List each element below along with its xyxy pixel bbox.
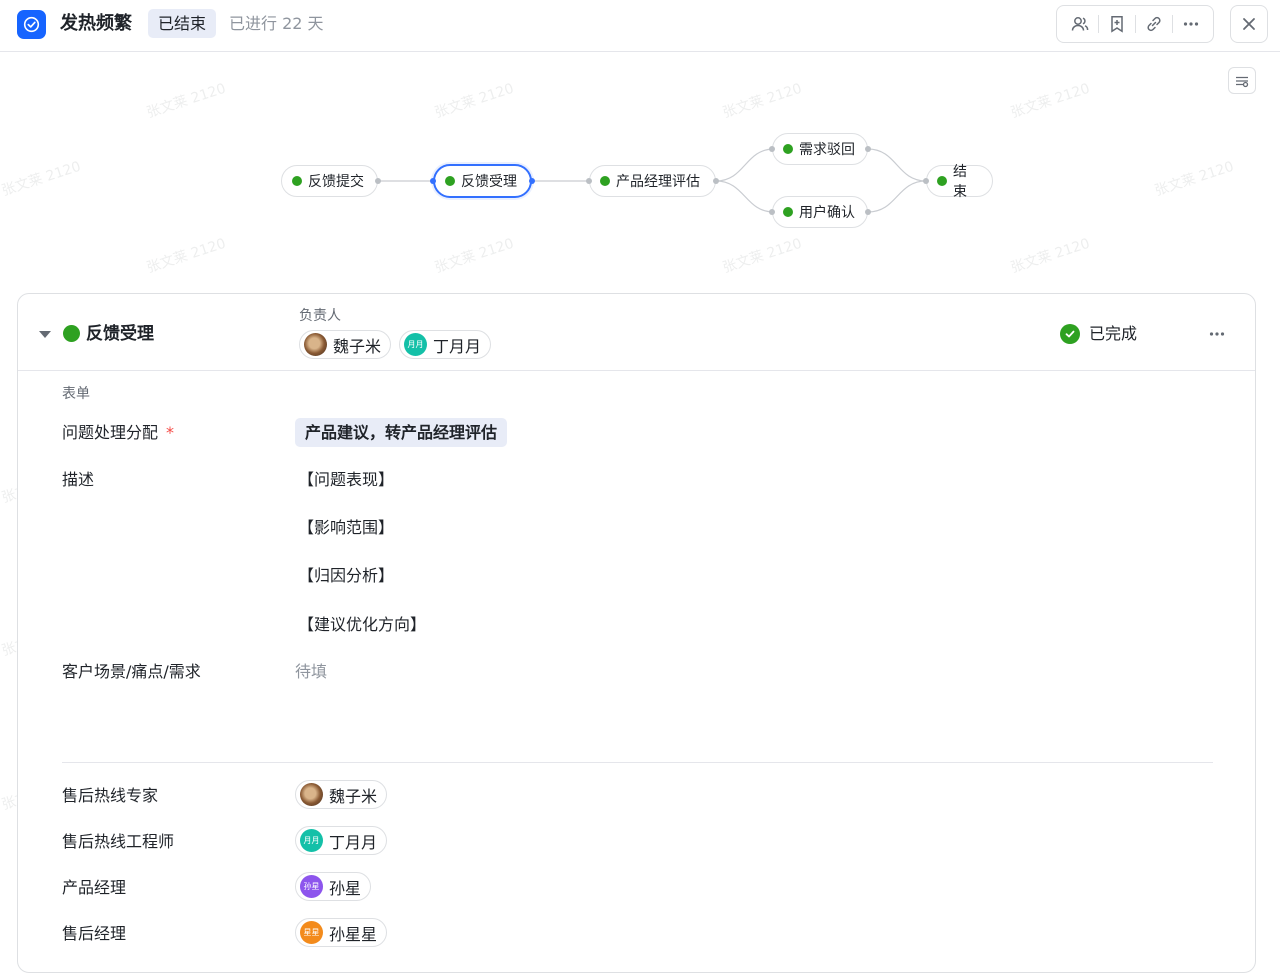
assignment-value-tag[interactable]: 产品建议，转产品经理评估 xyxy=(295,418,508,447)
approval-app-icon xyxy=(17,10,46,39)
stage-card-header[interactable]: 反馈受理 负责人 魏子米 月月 丁月月 已完成 xyxy=(18,294,1255,371)
header-toolbar xyxy=(1056,5,1214,43)
person-name: 孙星星 xyxy=(329,924,378,944)
flow-node-label: 需求驳回 xyxy=(799,142,855,158)
toolbar-divider xyxy=(1171,15,1173,33)
status-dot xyxy=(783,207,793,217)
stage-status-dot xyxy=(63,325,80,342)
check-circle-icon xyxy=(1060,324,1080,344)
flow-port xyxy=(865,209,871,215)
header-bar: 发热频繁 已结束 已进行 22 天 xyxy=(0,0,1280,52)
more-icon[interactable] xyxy=(1176,9,1206,39)
elapsed-time: 已进行 22 天 xyxy=(229,14,324,33)
person-name: 孙星 xyxy=(329,878,362,898)
flow-port xyxy=(769,209,775,215)
flow-node-feedback-accept[interactable]: 反馈受理 xyxy=(433,164,532,198)
flow-port xyxy=(865,146,871,152)
flow-port xyxy=(713,178,719,184)
status-dot xyxy=(292,176,302,186)
flow-node-end[interactable]: 结束 xyxy=(926,164,993,200)
owner-name: 魏子米 xyxy=(333,336,382,356)
avatar xyxy=(300,783,323,806)
owner-chip[interactable]: 魏子米 xyxy=(299,330,392,359)
person-name: 魏子米 xyxy=(329,786,378,806)
form-title: 表单 xyxy=(62,386,90,402)
section-divider xyxy=(62,762,1213,763)
person-chip[interactable]: 魏子米 xyxy=(295,780,388,809)
toolbar-divider xyxy=(1134,15,1136,33)
flow-node-reject[interactable]: 需求驳回 xyxy=(772,133,868,165)
close-button[interactable] xyxy=(1230,5,1268,43)
close-icon xyxy=(1243,18,1255,30)
flow-node-label: 反馈提交 xyxy=(308,174,364,190)
link-icon[interactable] xyxy=(1139,9,1169,39)
flow-node-user-confirm[interactable]: 用户确认 xyxy=(772,196,868,228)
collapse-caret-icon[interactable] xyxy=(39,331,51,338)
description-line: 【问题表现】 xyxy=(298,470,395,489)
flow-edge xyxy=(715,148,775,182)
field-label-role: 售后热线专家 xyxy=(62,786,159,805)
flow-port xyxy=(586,178,592,184)
flow-edge xyxy=(867,148,927,182)
status-dot xyxy=(937,176,947,186)
flow-node-label: 结束 xyxy=(953,164,967,200)
field-label-text: 问题处理分配 xyxy=(62,423,159,442)
person-name: 丁月月 xyxy=(329,832,378,852)
bookmark-add-icon[interactable] xyxy=(1102,9,1132,39)
flow-edge xyxy=(715,180,775,213)
field-label-role: 售后经理 xyxy=(62,924,127,943)
avatar: 星星 xyxy=(300,921,323,944)
flow-port xyxy=(923,178,929,184)
flow-port xyxy=(769,146,775,152)
field-label-role: 产品经理 xyxy=(62,878,127,897)
stage-card: 反馈受理 负责人 魏子米 月月 丁月月 已完成 表单 问题处理分配 * 产品建议，… xyxy=(17,293,1256,973)
flow-node-feedback-submit[interactable]: 反馈提交 xyxy=(281,165,378,197)
owner-name: 丁月月 xyxy=(433,336,482,356)
stage-status-label: 已完成 xyxy=(1089,324,1138,343)
flow-node-label: 反馈受理 xyxy=(461,174,517,190)
flow-settings-button[interactable] xyxy=(1228,67,1256,94)
status-badge: 已结束 xyxy=(148,9,217,38)
field-label-description: 描述 xyxy=(62,470,95,489)
owner-list: 魏子米 月月 丁月月 xyxy=(299,330,492,359)
process-flow-diagram: 反馈提交 反馈受理 产品经理评估 需求驳回 用户确认 结束 xyxy=(0,52,1280,292)
required-mark: * xyxy=(166,423,175,442)
field-label-role: 售后热线工程师 xyxy=(62,832,175,851)
person-chip[interactable]: 星星 孙星星 xyxy=(295,918,388,947)
flow-port xyxy=(375,178,381,184)
avatar: 孙星 xyxy=(300,875,323,898)
stage-more-icon[interactable] xyxy=(1204,323,1230,345)
flow-port xyxy=(430,178,436,184)
avatar: 月月 xyxy=(300,829,323,852)
field-label-scenario: 客户场景/痛点/需求 xyxy=(62,662,201,681)
flow-port xyxy=(529,178,535,184)
scenario-field[interactable]: 待填 xyxy=(295,661,327,683)
field-label-assignment: 问题处理分配 * xyxy=(62,422,174,444)
flow-settings-icon xyxy=(1236,76,1249,87)
description-line: 【建议优化方向】 xyxy=(298,615,427,634)
person-chip[interactable]: 孙星 孙星 xyxy=(295,872,372,901)
flow-edge xyxy=(867,180,927,213)
owner-chip[interactable]: 月月 丁月月 xyxy=(399,330,492,359)
toolbar-divider xyxy=(1097,15,1099,33)
owner-label: 负责人 xyxy=(299,308,341,324)
stage-name: 反馈受理 xyxy=(86,324,154,344)
page-title: 发热频繁 xyxy=(60,13,132,34)
avatar xyxy=(304,333,327,356)
description-line: 【影响范围】 xyxy=(298,518,395,537)
description-line: 【归因分析】 xyxy=(298,566,395,585)
flow-node-label: 用户确认 xyxy=(799,205,855,221)
person-chip[interactable]: 月月 丁月月 xyxy=(295,826,388,855)
status-dot xyxy=(445,176,455,186)
members-icon[interactable] xyxy=(1065,9,1095,39)
flow-node-label: 产品经理评估 xyxy=(616,174,700,190)
status-dot xyxy=(783,144,793,154)
flow-node-pm-evaluate[interactable]: 产品经理评估 xyxy=(589,165,716,197)
status-dot xyxy=(600,176,610,186)
avatar: 月月 xyxy=(404,333,428,356)
